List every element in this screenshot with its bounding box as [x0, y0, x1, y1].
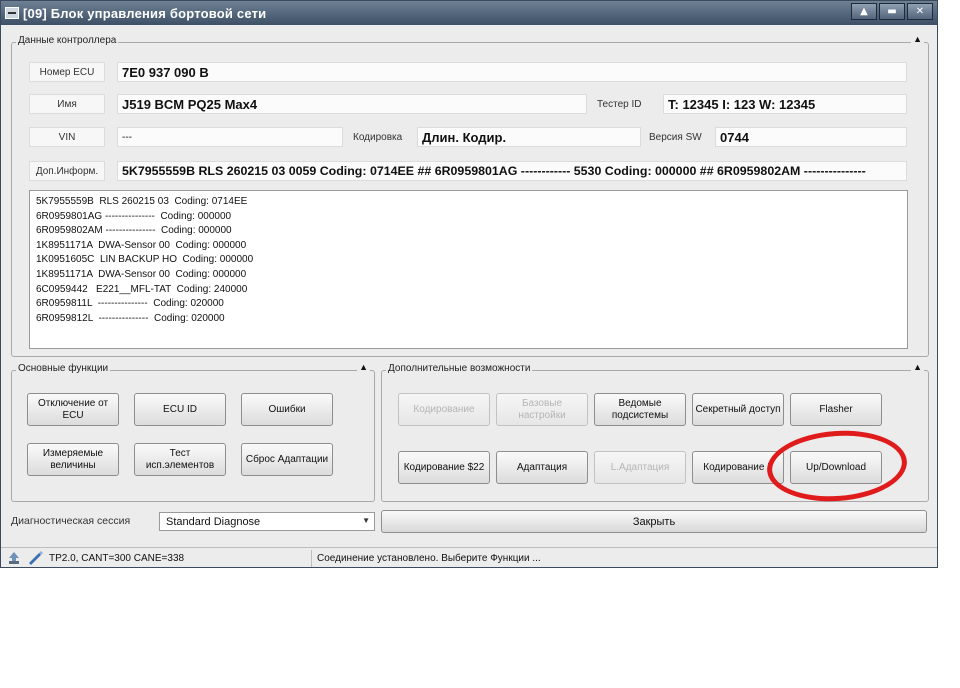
measured-values-button[interactable]: Измеряемые величины — [27, 443, 119, 476]
controller-info-list[interactable]: 5K7955559B RLS 260215 03 Coding: 0714EE 6… — [29, 190, 908, 349]
name-label: Имя — [29, 94, 105, 114]
system-menu-icon[interactable] — [5, 7, 19, 19]
status-bar: TP2.0, CANT=300 CANE=338 Соединение уста… — [1, 547, 937, 567]
info-line: 1K8951171A DWA-Sensor 00 Coding: 000000 — [36, 268, 247, 280]
window-controls: ▲ ▬ ✕ — [851, 3, 933, 20]
collapse-arrow-icon[interactable]: ▲ — [911, 362, 924, 372]
sw-version-label: Версия SW — [649, 131, 702, 143]
info-line: 5K7955559B RLS 260215 03 Coding: 0714EE — [36, 196, 248, 207]
vin-label: VIN — [29, 127, 105, 147]
coding-label: Кодировка — [353, 131, 403, 143]
up-download-button[interactable]: Up/Download — [790, 451, 882, 484]
reset-adaptation-button[interactable]: Сброс Адаптации — [241, 443, 333, 476]
connection-icon — [29, 551, 43, 565]
coding-button[interactable]: Кодирование — [398, 393, 490, 426]
component-test-button[interactable]: Тест исп.элементов — [134, 443, 226, 476]
name-value: J519 BCM PQ25 Max4 — [117, 94, 587, 114]
protocol-status: TP2.0, CANT=300 CANE=338 — [49, 552, 185, 564]
ecu-number-label: Номер ECU — [29, 62, 105, 82]
secret-access-button[interactable]: Секретный доступ — [692, 393, 784, 426]
info-line: 1K0951605C LIN BACKUP HO Coding: 000000 — [36, 254, 254, 266]
basic-settings-button[interactable]: Базовые настройки — [496, 393, 588, 426]
close-button[interactable]: Закрыть — [381, 510, 927, 533]
coding-value: Длин. Кодир. — [417, 127, 641, 147]
controller-data-title: Данные контроллера — [16, 35, 119, 46]
connection-message: Соединение установлено. Выберите Функции… — [317, 552, 541, 564]
info-line: 6R0959811L --------------- Coding: 02000… — [36, 298, 224, 310]
diagnostic-session-label: Диагностическая сессия — [11, 515, 131, 527]
vin-value: --- — [117, 127, 343, 147]
coding-ii-button[interactable]: Кодирование II — [692, 451, 784, 484]
title-bar[interactable]: [09] Блок управления бортовой сети ▲ ▬ ✕ — [1, 1, 937, 25]
ecu-id-button[interactable]: ECU ID — [134, 393, 226, 426]
diagnostic-session-value: Standard Diagnose — [166, 515, 261, 528]
info-line: 1K8951171A DWA-Sensor 00 Coding: 000000 — [36, 239, 247, 251]
coding-22-button[interactable]: Кодирование $22 — [398, 451, 490, 484]
l-adaptation-button[interactable]: L.Адаптация — [594, 451, 686, 484]
info-line: 6C0959442 E221__MFL-TAT Coding: 240000 — [36, 283, 248, 295]
close-window-button[interactable]: ✕ — [907, 3, 933, 20]
info-line: 6R0959801AG --------------- Coding: 0000… — [36, 210, 232, 222]
errors-button[interactable]: Ошибки — [241, 393, 333, 426]
tester-id-label: Тестер ID — [597, 98, 642, 110]
extra-info-label: Доп.Информ. — [29, 161, 105, 181]
status-divider — [311, 550, 312, 567]
collapse-arrow-icon[interactable]: ▲ — [357, 362, 370, 372]
extra-info-value: 5K7955559B RLS 260215 03 0059 Coding: 07… — [117, 161, 907, 181]
collapse-arrow-icon[interactable]: ▲ — [911, 34, 924, 44]
slave-systems-button[interactable]: Ведомые подсистемы — [594, 393, 686, 426]
adaptation-button[interactable]: Адаптация — [496, 451, 588, 484]
ecu-number-value: 7E0 937 090 B — [117, 62, 907, 82]
basic-functions-title: Основные функции — [16, 363, 111, 374]
extra-functions-title: Дополнительные возможности — [386, 363, 533, 374]
basic-functions-group: Основные функции ▲ — [11, 362, 375, 502]
minimize-button[interactable]: ▲ — [851, 3, 877, 20]
info-line: 6R0959812L --------------- Coding: 02000… — [36, 312, 225, 324]
info-line: 6R0959802AM --------------- Coding: 0000… — [36, 225, 232, 237]
chevron-down-icon[interactable]: ▼ — [362, 516, 370, 525]
disconnect-ecu-button[interactable]: Отключение от ECU — [27, 393, 119, 426]
flasher-button[interactable]: Flasher — [790, 393, 882, 426]
window-title: [09] Блок управления бортовой сети — [23, 5, 267, 21]
upload-icon — [9, 552, 19, 564]
sw-version-value: 0744 — [715, 127, 907, 147]
tester-id-value: T: 12345 I: 123 W: 12345 — [663, 94, 907, 114]
maximize-button[interactable]: ▬ — [879, 3, 905, 20]
diagnostic-session-select[interactable]: Standard Diagnose ▼ — [159, 512, 375, 531]
application-window: [09] Блок управления бортовой сети ▲ ▬ ✕… — [0, 0, 938, 568]
